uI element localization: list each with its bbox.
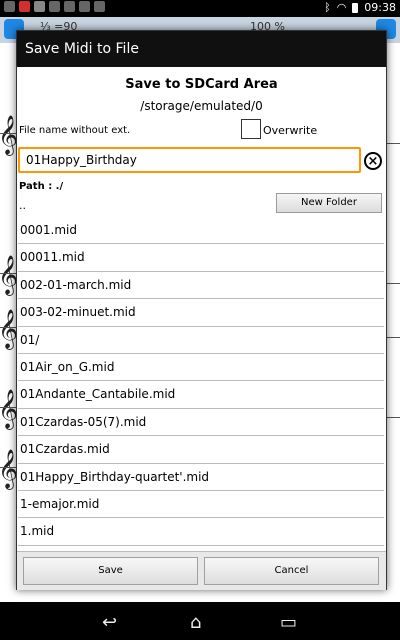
staff-line — [385, 337, 400, 338]
list-item[interactable]: 1.mid — [18, 518, 384, 546]
status-bar: ᛒ ◠ 09:38 — [0, 0, 400, 17]
dialog-title: Save Midi to File — [17, 31, 386, 67]
notification-icon — [4, 1, 15, 12]
file-list[interactable]: 0001.mid 00011.mid 002-01-march.mid 003-02-… — [18, 217, 384, 547]
dialog-button-bar: Save Cancel — [17, 551, 386, 590]
back-icon[interactable]: ↩ — [102, 612, 117, 633]
list-item[interactable]: 00011.mid — [18, 244, 384, 272]
list-item[interactable]: 003-02-minuet.mid — [18, 299, 384, 327]
list-item[interactable]: 01Happy_Birthday-quartet'.mid — [18, 464, 384, 491]
home-icon[interactable]: ⌂ — [190, 612, 201, 633]
notification-icon — [94, 1, 105, 12]
list-item[interactable]: 002-01-march.mid — [18, 272, 384, 300]
notification-icon — [19, 1, 30, 12]
bluetooth-icon: ᛒ — [324, 1, 331, 14]
filename-input[interactable] — [18, 147, 361, 173]
dialog-heading: Save to SDCard Area — [125, 77, 278, 92]
overwrite-checkbox[interactable] — [241, 119, 261, 139]
clock: 09:38 — [364, 1, 396, 14]
list-item[interactable]: 01/ — [18, 327, 384, 354]
list-item[interactable]: 0001.mid — [18, 217, 384, 245]
list-item[interactable]: 1-emajor.mid — [18, 491, 384, 519]
status-indicators: ᛒ ◠ 09:38 — [324, 1, 396, 14]
overwrite-label: Overwrite — [263, 124, 318, 137]
recent-apps-icon[interactable]: ▭ — [280, 612, 297, 633]
notification-icon — [34, 1, 45, 12]
staff-line — [385, 143, 400, 144]
list-item[interactable]: 01Czardas-05(7).mid — [18, 409, 384, 437]
filename-label: File name without ext. — [19, 125, 131, 136]
save-button[interactable]: Save — [23, 557, 198, 585]
list-item[interactable]: 01Andante_Cantabile.mid — [18, 381, 384, 409]
close-circle-icon[interactable]: × — [364, 152, 382, 170]
staff-line — [385, 417, 400, 418]
cancel-button[interactable]: Cancel — [204, 557, 379, 585]
list-item[interactable]: 01Air_on_G.mid — [18, 354, 384, 382]
notification-icons — [4, 1, 105, 12]
notification-icon — [64, 1, 75, 12]
navigation-bar: ↩ ⌂ ▭ — [0, 602, 400, 640]
new-folder-button[interactable]: New Folder — [276, 193, 382, 213]
battery-icon — [352, 2, 359, 13]
current-path: Path : ./ — [19, 181, 64, 192]
list-item[interactable]: 01Czardas.mid — [18, 436, 384, 464]
save-midi-dialog: Save Midi to File Save to SDCard Area /s… — [16, 30, 387, 590]
notification-icon — [49, 1, 60, 12]
storage-path: /storage/emulated/0 — [140, 99, 263, 113]
notification-icon — [79, 1, 90, 12]
staff-line — [385, 283, 400, 284]
wifi-icon: ◠ — [336, 1, 347, 14]
parent-directory-item[interactable]: .. — [19, 199, 26, 212]
